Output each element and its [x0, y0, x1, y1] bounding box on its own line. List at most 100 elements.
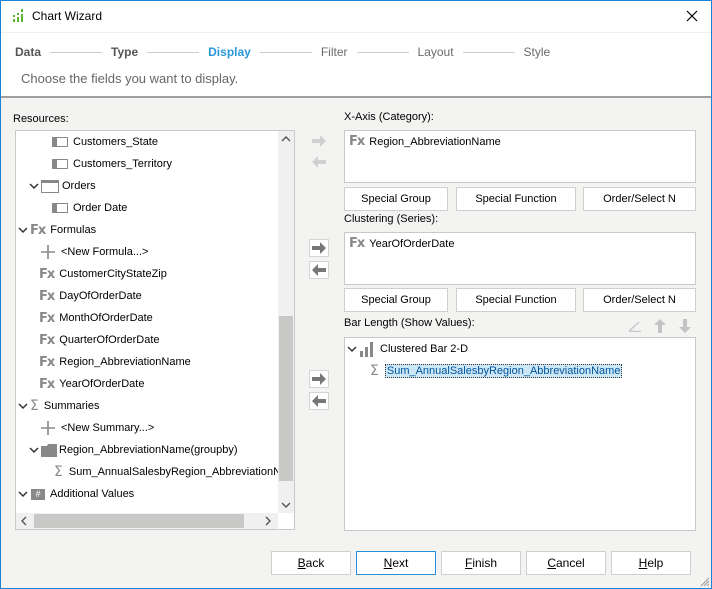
clustering-order-select-button[interactable]: Order/Select N [583, 288, 696, 312]
step-layout[interactable]: Layout [418, 45, 454, 59]
tree-item[interactable]: Customers_Territory [52, 154, 172, 174]
xaxis-field[interactable]: Fx Region_AbbreviationName [349, 134, 501, 149]
chevron-down-icon[interactable] [29, 445, 39, 455]
xaxis-order-select-button[interactable]: Order/Select N [583, 187, 696, 211]
resize-grip-icon[interactable] [698, 575, 710, 587]
formula-icon: Fx [39, 288, 55, 304]
tree-item[interactable]: Fx Formulas [18, 220, 96, 240]
xaxis-add-button[interactable] [309, 132, 329, 150]
step-display[interactable]: Display [208, 45, 251, 59]
tree-item[interactable]: # Additional Values [18, 484, 134, 504]
tree-item[interactable]: Order Date [52, 198, 127, 218]
formula-icon: Fx [39, 354, 55, 370]
mnemonic: N [383, 556, 393, 570]
arrow-left-icon [312, 264, 326, 276]
tree-item[interactable]: Σ Sum_AnnualSalesbyRegion_AbbreviationNa [54, 462, 287, 482]
scroll-up-icon[interactable] [281, 135, 291, 143]
chevron-down-icon[interactable] [18, 489, 28, 499]
chevron-down-icon[interactable] [18, 401, 28, 411]
close-button[interactable] [681, 5, 703, 27]
xaxis-special-function-button[interactable]: Special Function [456, 187, 576, 211]
clustering-special-function-button[interactable]: Special Function [456, 288, 576, 312]
step-style[interactable]: Style [524, 45, 551, 59]
pencil-icon [628, 321, 641, 332]
tree-item-label: Customers_Territory [73, 158, 173, 170]
chevron-down-icon[interactable] [29, 181, 39, 191]
tree-item-label: Region_AbbreviationName(groupby) [59, 444, 238, 456]
scroll-down-icon[interactable] [281, 501, 291, 509]
chevron-down-icon[interactable] [18, 225, 28, 235]
field-icon [52, 203, 68, 213]
tree-item-label: DayOfOrderDate [59, 290, 142, 302]
step-type[interactable]: Type [111, 45, 138, 59]
bar-length-dropzone[interactable]: Clustered Bar 2-D Σ Sum_AnnualSalesbyReg… [344, 337, 696, 531]
wizard-steps: Data Type Display Filter Layout Style [15, 44, 550, 60]
mnemonic: H [638, 556, 648, 570]
tree-item[interactable]: Σ Summaries [18, 396, 99, 416]
cancel-button[interactable]: Cancel [526, 551, 606, 575]
add-icon [41, 245, 55, 259]
tree-item[interactable]: <New Formula...> [40, 242, 148, 262]
bar-group-item[interactable]: Clustered Bar 2-D [347, 339, 468, 359]
move-down-button[interactable] [675, 317, 695, 335]
tree-item[interactable]: Orders [29, 176, 96, 196]
horizontal-scroll-thumb[interactable] [34, 514, 244, 528]
xaxis-dropzone[interactable]: Fx Region_AbbreviationName [344, 130, 696, 183]
tree-item[interactable]: <New Summary...> [40, 418, 154, 438]
xaxis-special-group-button[interactable]: Special Group [344, 187, 448, 211]
formula-icon: Fx [349, 236, 365, 251]
tree-item[interactable]: Fx Region_AbbreviationName [39, 352, 191, 372]
edit-button[interactable] [625, 317, 645, 335]
tree-item-label: QuarterOfOrderDate [59, 334, 160, 346]
scroll-left-icon[interactable] [20, 516, 28, 526]
resources-tree[interactable]: Customers_State Customers_Territory Orde… [15, 130, 295, 530]
clustering-label: Clustering (Series): [344, 213, 439, 225]
formula-icon: Fx [39, 266, 55, 282]
clustering-special-group-button[interactable]: Special Group [344, 288, 448, 312]
sigma-icon: Σ [54, 464, 63, 480]
resources-vertical-scrollbar[interactable] [278, 131, 294, 514]
arrow-left-icon [312, 156, 326, 168]
tree-item[interactable]: Customers_State [52, 132, 158, 152]
step-data[interactable]: Data [15, 45, 41, 59]
arrow-up-icon [654, 319, 666, 333]
tree-item[interactable]: Fx CustomerCityStateZip [39, 264, 167, 284]
clustering-field-label: YearOfOrderDate [369, 237, 455, 250]
arrow-left-icon [312, 395, 326, 407]
tree-item-label: Region_AbbreviationName [59, 356, 191, 368]
xaxis-label: X-Axis (Category): [344, 111, 434, 123]
resources-horizontal-scrollbar[interactable] [16, 513, 279, 529]
clustering-dropzone[interactable]: Fx YearOfOrderDate [344, 232, 696, 285]
add-icon [41, 421, 55, 435]
chevron-down-icon[interactable] [347, 344, 357, 354]
tree-item[interactable]: Fx QuarterOfOrderDate [39, 330, 160, 350]
finish-button[interactable]: Finish [441, 551, 521, 575]
back-button[interactable]: Back [271, 551, 351, 575]
arrow-right-icon [312, 135, 326, 147]
move-up-button[interactable] [650, 317, 670, 335]
bar-length-add-button[interactable] [309, 370, 329, 388]
next-button[interactable]: Next [356, 551, 436, 575]
bar-chart-icon [360, 342, 373, 357]
tree-item[interactable]: Fx DayOfOrderDate [39, 286, 142, 306]
tree-item[interactable]: Region_AbbreviationName(groupby) [29, 440, 238, 460]
resources-label: Resources: [13, 113, 69, 125]
button-label: elp [647, 556, 664, 570]
clustering-field[interactable]: Fx YearOfOrderDate [349, 236, 454, 251]
bar-value-item[interactable]: Σ Sum_AnnualSalesbyRegion_AbbreviationNa… [370, 361, 623, 381]
tree-item[interactable]: Fx YearOfOrderDate [39, 374, 144, 394]
button-label: ancel [555, 556, 585, 570]
xaxis-remove-button[interactable] [309, 153, 329, 171]
mnemonic: C [547, 556, 556, 570]
clustering-remove-button[interactable] [309, 261, 329, 279]
step-filter[interactable]: Filter [321, 45, 348, 59]
tree-item-label: Additional Values [50, 488, 135, 500]
arrow-down-icon [679, 319, 691, 333]
help-button[interactable]: Help [611, 551, 691, 575]
tree-item[interactable]: Fx MonthOfOrderDate [39, 308, 153, 328]
bar-length-remove-button[interactable] [309, 392, 329, 410]
scroll-right-icon[interactable] [264, 516, 272, 526]
vertical-scroll-thumb[interactable] [279, 316, 293, 481]
table-icon [41, 179, 59, 193]
clustering-add-button[interactable] [309, 239, 329, 257]
